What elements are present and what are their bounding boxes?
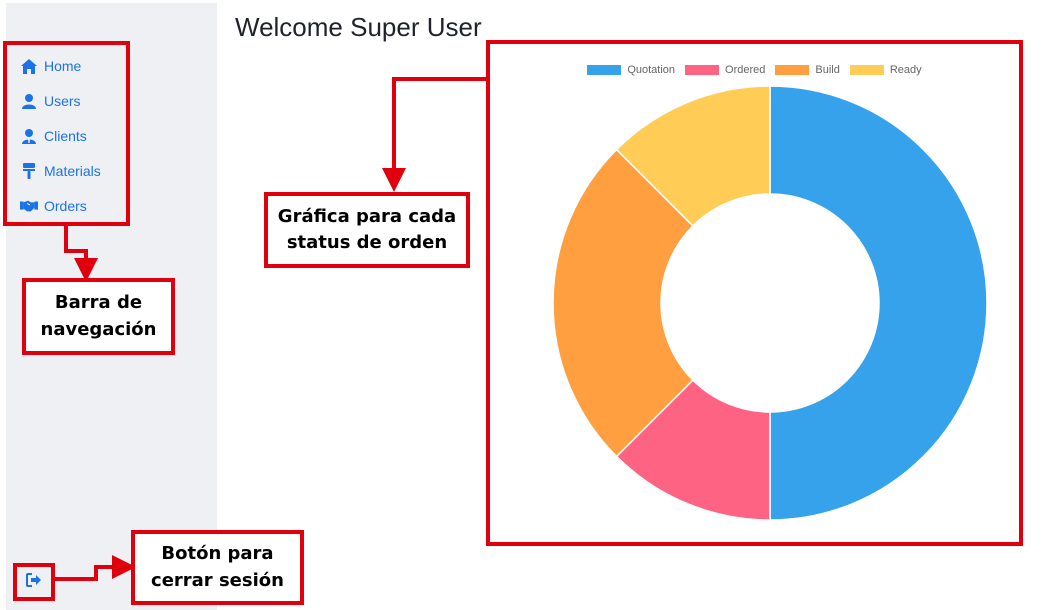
- chart-callout: Gráfica para cada status de orden: [264, 192, 470, 268]
- logout-callout: Botón para cerrar sesión: [131, 530, 304, 605]
- nav-bar-callout: Barra de navegación: [22, 278, 175, 355]
